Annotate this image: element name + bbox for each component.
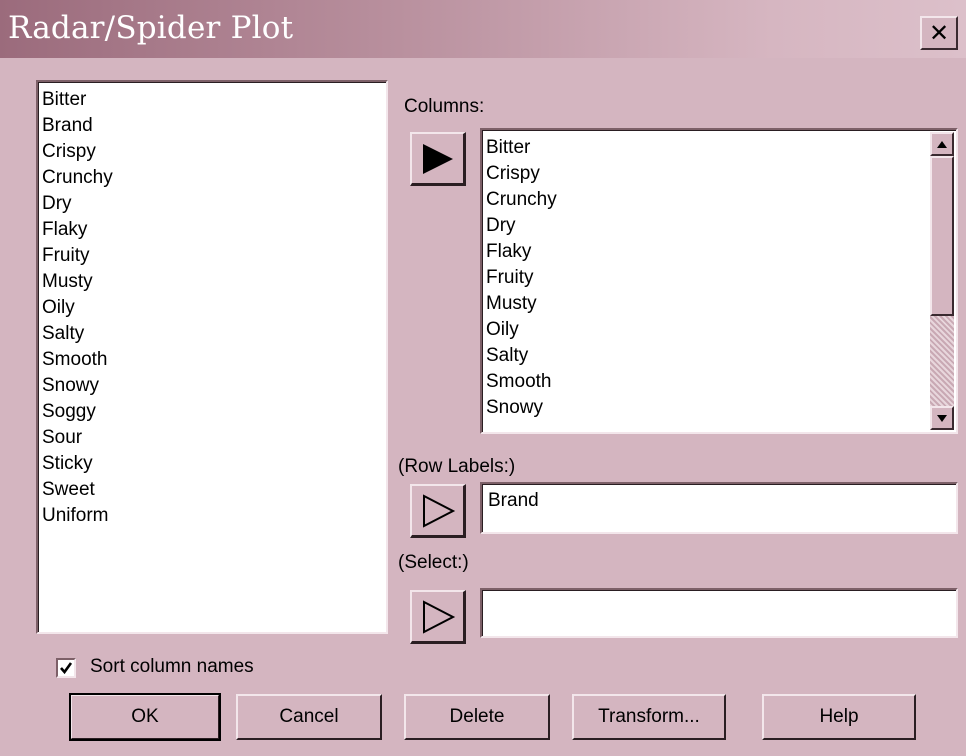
transform-button[interactable]: Transform... bbox=[572, 694, 726, 740]
arrow-right-outline-icon bbox=[422, 599, 455, 634]
list-item[interactable]: Flaky bbox=[38, 217, 386, 243]
scroll-track[interactable] bbox=[930, 316, 954, 406]
scroll-up-button[interactable] bbox=[930, 132, 954, 156]
scroll-thumb[interactable] bbox=[930, 156, 954, 316]
list-item[interactable]: Sticky bbox=[38, 451, 386, 477]
list-item[interactable]: Uniform bbox=[38, 503, 386, 529]
list-item[interactable]: Brand bbox=[38, 113, 386, 139]
add-columns-button[interactable] bbox=[410, 132, 466, 186]
list-item[interactable]: Sour bbox=[38, 425, 386, 451]
list-item[interactable]: Crispy bbox=[482, 161, 956, 187]
sort-checkbox-label: Sort column names bbox=[90, 656, 254, 677]
scroll-down-button[interactable] bbox=[930, 406, 954, 430]
list-item[interactable]: Musty bbox=[482, 291, 956, 317]
list-item[interactable]: Bitter bbox=[38, 87, 386, 113]
list-item[interactable]: Oily bbox=[482, 317, 956, 343]
sort-checkbox[interactable] bbox=[56, 658, 76, 678]
selected-columns-items: Bitter Crispy Crunchy Dry Flaky Fruity Musty Oi… bbox=[482, 130, 956, 421]
arrow-up-icon bbox=[937, 140, 947, 148]
list-item[interactable]: Soggy bbox=[38, 399, 386, 425]
list-item[interactable]: Fruity bbox=[482, 265, 956, 291]
arrow-right-outline-icon bbox=[422, 493, 455, 528]
window-title: Radar/Spider Plot bbox=[8, 10, 294, 46]
selected-columns-list[interactable]: Bitter Crispy Crunchy Dry Flaky Fruity Musty Oi… bbox=[480, 128, 958, 434]
arrow-right-filled-icon bbox=[422, 143, 453, 174]
available-columns-items: Bitter Brand Crispy Crunchy Dry Flaky Fruity Mu… bbox=[38, 82, 386, 529]
list-item[interactable]: Smooth bbox=[482, 369, 956, 395]
list-item[interactable]: Oily bbox=[38, 295, 386, 321]
row-labels-field[interactable]: Brand bbox=[480, 482, 958, 534]
list-item[interactable]: Crunchy bbox=[482, 187, 956, 213]
list-item[interactable]: Sweet bbox=[38, 477, 386, 503]
list-item[interactable]: Salty bbox=[38, 321, 386, 347]
list-item[interactable]: Flaky bbox=[482, 239, 956, 265]
delete-button[interactable]: Delete bbox=[404, 694, 550, 740]
select-arrow-button[interactable] bbox=[410, 590, 466, 644]
columns-label: Columns: bbox=[404, 96, 485, 117]
list-item[interactable]: Dry bbox=[482, 213, 956, 239]
arrow-down-icon bbox=[937, 414, 947, 422]
select-label: (Select:) bbox=[398, 552, 469, 573]
list-item[interactable]: Smooth bbox=[38, 347, 386, 373]
list-item[interactable]: Crunchy bbox=[38, 165, 386, 191]
select-field[interactable] bbox=[480, 588, 958, 638]
ok-button[interactable]: OK bbox=[69, 693, 221, 741]
list-item[interactable]: Salty bbox=[482, 343, 956, 369]
title-bar: Radar/Spider Plot ✕ bbox=[0, 0, 966, 58]
list-item[interactable]: Fruity bbox=[38, 243, 386, 269]
cancel-button[interactable]: Cancel bbox=[236, 694, 382, 740]
row-labels-value: Brand bbox=[488, 490, 539, 511]
row-labels-arrow-button[interactable] bbox=[410, 484, 466, 538]
help-button[interactable]: Help bbox=[762, 694, 916, 740]
list-item[interactable]: Musty bbox=[38, 269, 386, 295]
available-columns-list[interactable]: Bitter Brand Crispy Crunchy Dry Flaky Fruity Mu… bbox=[36, 80, 388, 634]
list-item[interactable]: Crispy bbox=[38, 139, 386, 165]
close-icon: ✕ bbox=[928, 19, 950, 47]
close-button[interactable]: ✕ bbox=[920, 16, 958, 50]
list-item[interactable]: Snowy bbox=[38, 373, 386, 399]
list-item[interactable]: Bitter bbox=[482, 135, 956, 161]
list-item[interactable]: Snowy bbox=[482, 395, 956, 421]
row-labels-label: (Row Labels:) bbox=[398, 456, 516, 477]
checkmark-icon bbox=[60, 662, 73, 675]
list-item[interactable]: Dry bbox=[38, 191, 386, 217]
columns-scrollbar[interactable] bbox=[930, 132, 954, 430]
